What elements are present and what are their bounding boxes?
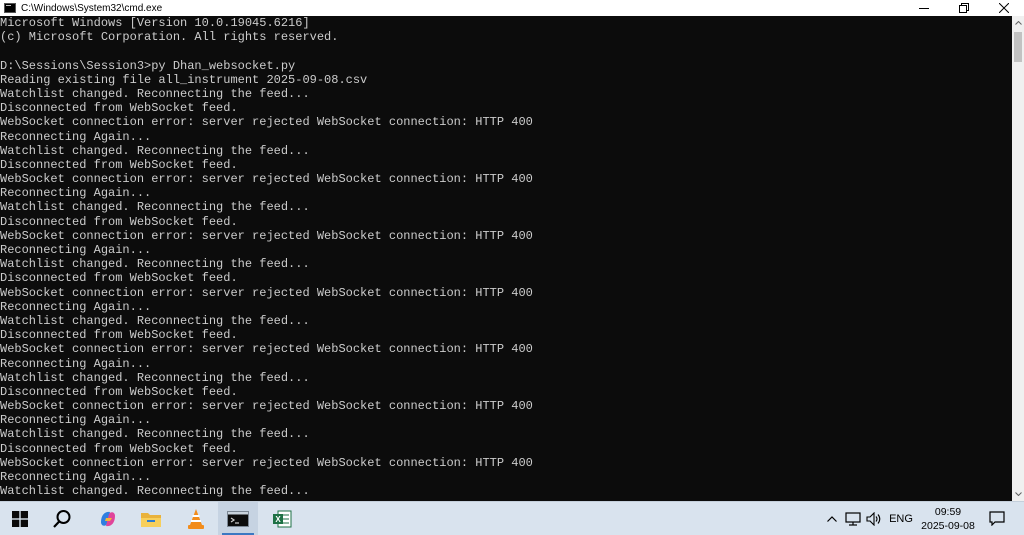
input-language-label: ENG xyxy=(889,512,913,525)
command-prompt-icon xyxy=(227,510,249,527)
console-line: Disconnected from WebSocket feed. xyxy=(0,384,238,399)
vlc-button[interactable] xyxy=(176,502,216,535)
console-line: WebSocket connection error: server rejec… xyxy=(0,399,533,414)
network-icon xyxy=(845,511,861,526)
scroll-down-button[interactable] xyxy=(1012,487,1024,501)
network-button[interactable] xyxy=(843,502,863,535)
console-line: Watchlist changed. Reconnecting the feed… xyxy=(0,427,310,442)
show-hidden-icons-button[interactable] xyxy=(822,502,842,535)
console-line: Microsoft Windows [Version 10.0.19045.62… xyxy=(0,16,310,30)
volume-icon xyxy=(866,511,881,526)
windows-start-icon xyxy=(12,510,28,527)
command-prompt-taskbar-button[interactable] xyxy=(218,502,258,535)
console-line: Reconnecting Again... xyxy=(0,356,152,371)
console-line: Reconnecting Again... xyxy=(0,129,152,144)
excel-button[interactable]: X xyxy=(262,502,302,535)
cmd-window: C:\Windows\System32\cmd.exe Microsoft Wi… xyxy=(0,0,1024,501)
clock-time: 09:59 xyxy=(934,505,962,518)
console-line: Watchlist changed. Reconnecting the feed… xyxy=(0,370,310,385)
console-line: Reconnecting Again... xyxy=(0,470,152,484)
console-line: Disconnected from WebSocket feed. xyxy=(0,328,238,343)
close-icon xyxy=(999,3,1009,13)
scroll-up-button[interactable] xyxy=(1012,16,1024,30)
minimize-icon xyxy=(919,8,929,9)
vertical-scrollbar[interactable] xyxy=(1012,16,1024,501)
console-line: WebSocket connection error: server rejec… xyxy=(0,342,533,357)
excel-icon-glyph: X xyxy=(275,515,281,524)
window-controls xyxy=(904,0,1024,16)
volume-button[interactable] xyxy=(864,502,884,535)
input-language-button[interactable]: ENG xyxy=(887,502,915,535)
console-line: Reading existing file all_instrument 202… xyxy=(0,72,368,87)
notification-icon xyxy=(989,511,1005,526)
scroll-thumb[interactable] xyxy=(1014,32,1022,62)
chevron-up-icon xyxy=(827,515,837,522)
file-explorer-button[interactable] xyxy=(131,502,171,535)
console-line: Disconnected from WebSocket feed. xyxy=(0,157,238,172)
cmd-app-icon xyxy=(4,3,16,13)
console-line: Watchlist changed. Reconnecting the feed… xyxy=(0,484,310,499)
close-button[interactable] xyxy=(984,0,1024,16)
window-title: C:\Windows\System32\cmd.exe xyxy=(21,2,163,14)
console-line: Reconnecting Again... xyxy=(0,243,152,257)
console-line: Disconnected from WebSocket feed. xyxy=(0,214,238,229)
console-line: WebSocket connection error: server rejec… xyxy=(0,455,533,470)
chevron-up-icon xyxy=(1014,21,1022,25)
console-line: (c) Microsoft Corporation. All rights re… xyxy=(0,30,339,45)
title-bar[interactable]: C:\Windows\System32\cmd.exe xyxy=(0,0,1024,16)
console-line: Reconnecting Again... xyxy=(0,186,152,201)
copilot-icon xyxy=(101,511,115,526)
vlc-icon xyxy=(188,508,204,529)
restore-icon xyxy=(959,3,969,13)
console-line: Watchlist changed. Reconnecting the feed… xyxy=(0,200,310,215)
start-button[interactable] xyxy=(0,502,40,535)
console-line: WebSocket connection error: server rejec… xyxy=(0,285,533,300)
taskbar: X ENG 09:59 2025-09-08 xyxy=(0,501,1024,535)
console-output[interactable]: Microsoft Windows [Version 10.0.19045.62… xyxy=(0,16,1012,501)
console-line: Reconnecting Again... xyxy=(0,299,152,314)
copilot-button[interactable] xyxy=(88,502,128,535)
notifications-button[interactable] xyxy=(984,502,1010,535)
console-line: D:\Sessions\Session3>py Dhan_websocket.p… xyxy=(0,58,296,73)
minimize-button[interactable] xyxy=(904,0,944,16)
console-line: Watchlist changed. Reconnecting the feed… xyxy=(0,86,310,101)
console-line: Disconnected from WebSocket feed. xyxy=(0,271,238,286)
excel-icon: X xyxy=(273,510,292,527)
search-icon xyxy=(53,509,71,528)
console-line: WebSocket connection error: server rejec… xyxy=(0,172,533,187)
search-button[interactable] xyxy=(42,502,82,535)
console-line: Watchlist changed. Reconnecting the feed… xyxy=(0,313,310,328)
restore-button[interactable] xyxy=(944,0,984,16)
clock-date: 2025-09-08 xyxy=(921,519,975,532)
console-line: Watchlist changed. Reconnecting the feed… xyxy=(0,143,310,158)
clock-button[interactable]: 09:59 2025-09-08 xyxy=(915,502,981,535)
console-line: Reconnecting Again... xyxy=(0,413,152,428)
console-line: Disconnected from WebSocket feed. xyxy=(0,101,238,116)
file-explorer-icon xyxy=(141,512,161,527)
console-line: WebSocket connection error: server rejec… xyxy=(0,228,533,243)
chevron-down-icon xyxy=(1014,492,1022,496)
console-line: Disconnected from WebSocket feed. xyxy=(0,441,238,456)
console-line: Watchlist changed. Reconnecting the feed… xyxy=(0,257,310,272)
console-line: WebSocket connection error: server rejec… xyxy=(0,115,533,130)
